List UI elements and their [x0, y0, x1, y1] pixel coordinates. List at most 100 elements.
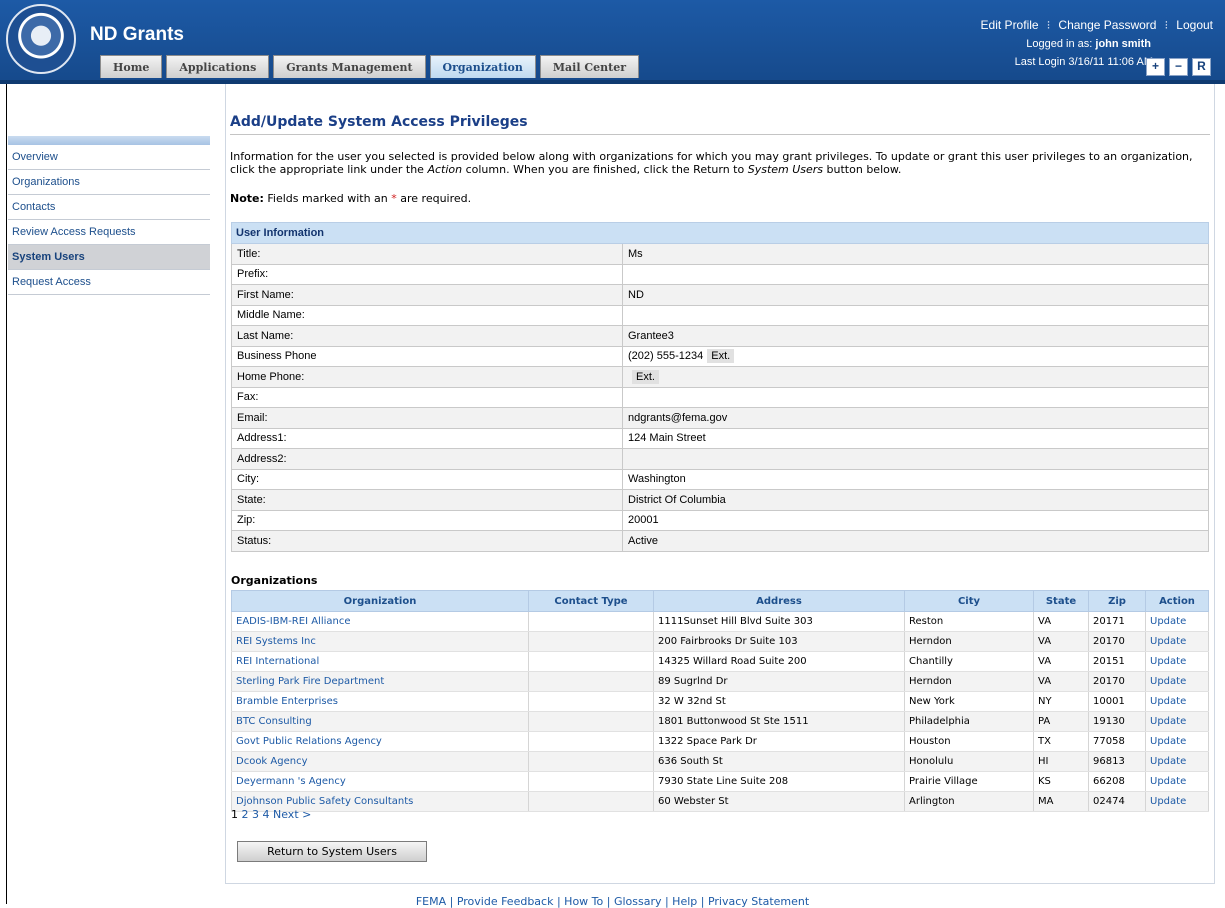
font-reset-button[interactable]: R [1192, 58, 1211, 76]
next-page-link[interactable]: Next > [273, 808, 311, 821]
field-value-cell [622, 304, 1209, 326]
sidebar-item-overview[interactable]: Overview [8, 145, 210, 170]
update-link[interactable]: Update [1145, 611, 1209, 632]
state: VA [1033, 651, 1089, 672]
col-contact-type[interactable]: Contact Type [528, 590, 654, 612]
tab-mail-center[interactable]: Mail Center [539, 55, 639, 78]
sidebar-item-organizations[interactable]: Organizations [8, 170, 210, 195]
col-zip[interactable]: Zip [1088, 590, 1146, 612]
field-value-cell: Washington [622, 468, 1209, 490]
edit-profile-link[interactable]: Edit Profile [981, 18, 1039, 32]
user-info-row: Prefix: [231, 263, 1209, 285]
field-value: Active [628, 534, 658, 547]
logout-link[interactable]: Logout [1176, 18, 1213, 32]
font-decrease-button[interactable]: − [1169, 58, 1188, 76]
contact-type [528, 651, 654, 672]
contact-type [528, 731, 654, 752]
page-link[interactable]: 2 [242, 808, 249, 821]
table-row: Dcook Agency 636 South St Honolulu HI 96813 U… [231, 751, 1209, 772]
user-info-row: Email: ndgrants@fema.gov [231, 407, 1209, 429]
field-value: Grantee3 [628, 329, 674, 342]
field-value-cell [622, 263, 1209, 285]
zip: 66208 [1088, 771, 1146, 792]
zip: 20170 [1088, 631, 1146, 652]
org-name-link[interactable]: Sterling Park Fire Department [231, 671, 529, 692]
main-tabs: Home Applications Grants Management Orga… [100, 55, 643, 78]
org-name-link[interactable]: REI International [231, 651, 529, 672]
update-link[interactable]: Update [1145, 731, 1209, 752]
update-link[interactable]: Update [1145, 771, 1209, 792]
col-state[interactable]: State [1033, 590, 1089, 612]
org-name-link[interactable]: Bramble Enterprises [231, 691, 529, 712]
update-link[interactable]: Update [1145, 751, 1209, 772]
zip: 19130 [1088, 711, 1146, 732]
city: Houston [904, 731, 1034, 752]
tab-applications[interactable]: Applications [166, 55, 270, 78]
table-row: Bramble Enterprises 32 W 32nd St New York N… [231, 691, 1209, 712]
address: 636 South St [653, 751, 905, 772]
field-value: 20001 [628, 514, 659, 527]
field-value: District Of Columbia [628, 493, 726, 506]
zip: 20171 [1088, 611, 1146, 632]
field-value: 124 Main Street [628, 432, 706, 445]
last-login: Last Login 3/16/11 11:06 AM [1014, 56, 1153, 68]
page-link[interactable]: 3 [252, 808, 259, 821]
user-info-row: City: Washington [231, 468, 1209, 490]
change-password-link[interactable]: Change Password [1058, 18, 1156, 32]
page-current: 1 [231, 808, 238, 821]
separator: ⁝ [1164, 18, 1169, 32]
page-link[interactable]: 4 [263, 808, 270, 821]
tab-home[interactable]: Home [100, 55, 163, 78]
tab-grants-management[interactable]: Grants Management [273, 55, 426, 78]
state: VA [1033, 631, 1089, 652]
sidebar-item-review-access-requests[interactable]: Review Access Requests [8, 220, 210, 245]
org-name-link[interactable]: Dcook Agency [231, 751, 529, 772]
return-to-system-users-button[interactable]: Return to System Users [237, 841, 427, 862]
sidebar-item-request-access[interactable]: Request Access [8, 270, 210, 295]
app-title: ND Grants [90, 24, 184, 45]
separator: ⁝ [1046, 18, 1051, 32]
table-row: Sterling Park Fire Department 89 Sugrlnd … [231, 671, 1209, 692]
field-value-cell: Ms [622, 243, 1209, 265]
update-link[interactable]: Update [1145, 691, 1209, 712]
org-name-link[interactable]: BTC Consulting [231, 711, 529, 732]
field-label: Last Name: [231, 325, 623, 347]
col-address[interactable]: Address [653, 590, 905, 612]
col-organization[interactable]: Organization [231, 590, 529, 612]
org-name-link[interactable]: Deyermann 's Agency [231, 771, 529, 792]
field-label: Fax: [231, 386, 623, 408]
city: Reston [904, 611, 1034, 632]
update-link[interactable]: Update [1145, 651, 1209, 672]
org-name-link[interactable]: REI Systems Inc [231, 631, 529, 652]
state: HI [1033, 751, 1089, 772]
address: 14325 Willard Road Suite 200 [653, 651, 905, 672]
contact-type [528, 771, 654, 792]
sidebar-item-system-users[interactable]: System Users [8, 245, 210, 270]
update-link[interactable]: Update [1145, 671, 1209, 692]
zip: 02474 [1088, 791, 1146, 812]
update-link[interactable]: Update [1145, 711, 1209, 732]
update-link[interactable]: Update [1145, 791, 1209, 812]
col-city[interactable]: City [904, 590, 1034, 612]
sidebar-item-contacts[interactable]: Contacts [8, 195, 210, 220]
org-name-link[interactable]: EADIS-IBM-REI Alliance [231, 611, 529, 632]
user-info-row: Address1: 124 Main Street [231, 427, 1209, 449]
field-value-cell: 20001 [622, 509, 1209, 531]
contact-type [528, 791, 654, 812]
org-name-link[interactable]: Govt Public Relations Agency [231, 731, 529, 752]
field-value: ND [628, 288, 644, 301]
font-increase-button[interactable]: + [1146, 58, 1165, 76]
field-label: Middle Name: [231, 304, 623, 326]
address: 7930 State Line Suite 208 [653, 771, 905, 792]
field-value: (202) 555-1234 [628, 350, 704, 363]
update-link[interactable]: Update [1145, 631, 1209, 652]
zip: 10001 [1088, 691, 1146, 712]
table-row: Govt Public Relations Agency 1322 Space P… [231, 731, 1209, 752]
left-border [6, 84, 7, 904]
tab-organization[interactable]: Organization [429, 55, 536, 78]
pagination: 1 2 3 4 Next > [231, 808, 311, 821]
user-info-row: Title: Ms [231, 243, 1209, 265]
state: KS [1033, 771, 1089, 792]
footer-links[interactable]: FEMA | Provide Feedback | How To | Gloss… [0, 895, 1225, 908]
user-info-row: Business Phone (202) 555-1234 Ext. [231, 345, 1209, 367]
